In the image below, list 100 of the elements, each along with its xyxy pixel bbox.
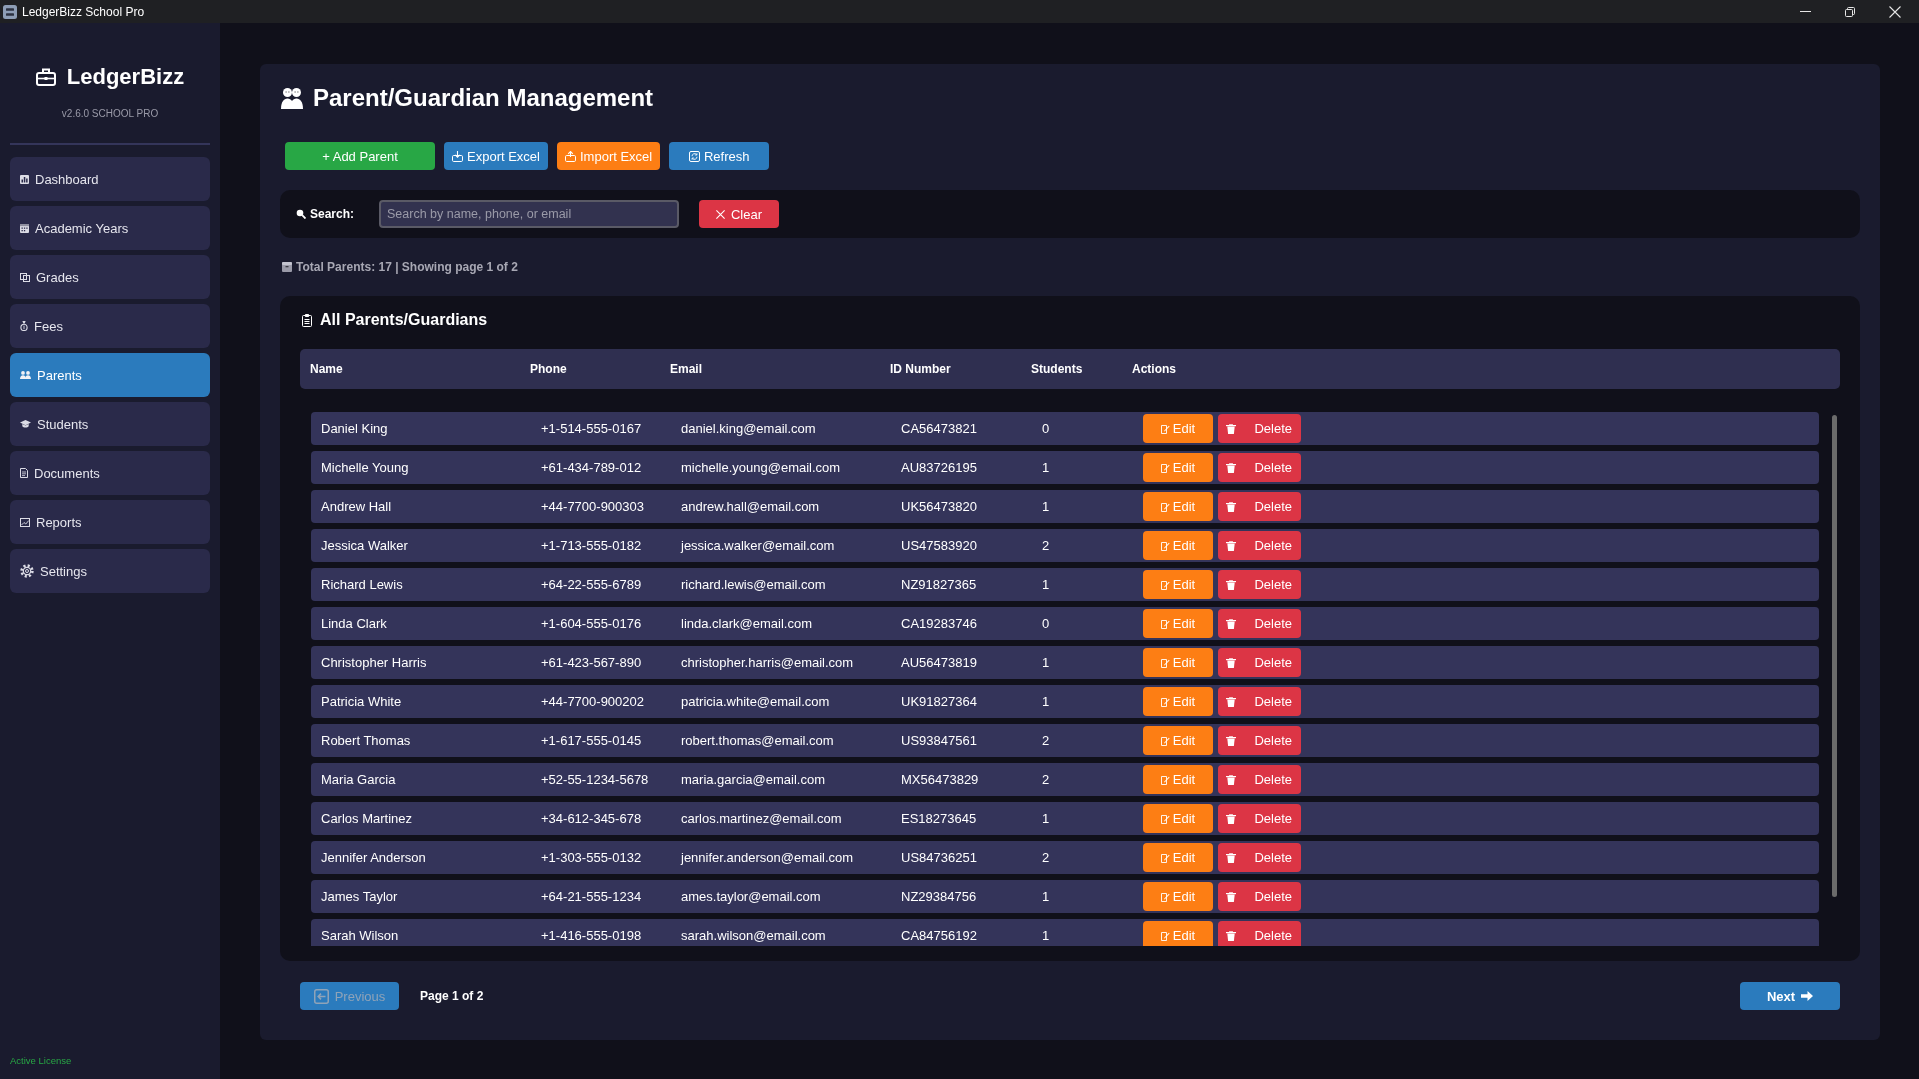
edit-button[interactable]: Edit — [1143, 765, 1213, 794]
summary-text: Total Parents: 17 | Showing page 1 of 2 — [296, 260, 518, 274]
export-button[interactable]: Export Excel — [444, 142, 548, 170]
search-icon — [296, 209, 306, 219]
table-cell: 1 — [1042, 889, 1050, 904]
table-cell: daniel.king@email.com — [681, 421, 816, 436]
window-title: LedgerBizz School Pro — [22, 4, 145, 19]
restore-icon[interactable] — [1845, 6, 1855, 17]
sidebar-item[interactable]: Fees — [10, 304, 210, 348]
trash-icon — [1226, 462, 1236, 473]
sidebar-item[interactable]: Students — [10, 402, 210, 446]
delete-button[interactable]: Delete — [1218, 921, 1301, 946]
edit-button[interactable]: Edit — [1143, 726, 1213, 755]
gear-icon — [20, 564, 34, 578]
edit-button[interactable]: Edit — [1143, 531, 1213, 560]
table-cell: richard.lewis@email.com — [681, 577, 826, 592]
delete-button[interactable]: Delete — [1218, 570, 1301, 599]
delete-button[interactable]: Delete — [1218, 414, 1301, 443]
delete-button[interactable]: Delete — [1218, 726, 1301, 755]
table-cell: michelle.young@email.com — [681, 460, 841, 475]
edit-button[interactable]: Edit — [1143, 414, 1213, 443]
delete-button[interactable]: Delete — [1218, 453, 1301, 482]
sidebar-item[interactable]: Parents — [10, 353, 210, 397]
table-cell: Michelle Young — [321, 460, 409, 475]
briefcase-icon — [35, 68, 56, 86]
edit-button[interactable]: Edit — [1143, 843, 1213, 872]
edit-icon — [1160, 774, 1170, 785]
edit-button[interactable]: Edit — [1143, 453, 1213, 482]
table-cell: linda.clark@email.com — [681, 616, 812, 631]
section-title: All Parents/Guardians — [320, 310, 488, 330]
table-cell: NZ91827365 — [901, 577, 977, 592]
sidebar-item[interactable]: Dashboard — [10, 157, 210, 201]
add-parent-button[interactable]: + Add Parent — [285, 142, 435, 170]
trash-icon — [1226, 657, 1236, 668]
clipboard-icon — [302, 313, 312, 327]
delete-button[interactable]: Delete — [1218, 882, 1301, 911]
box-icon — [282, 262, 292, 272]
edit-button[interactable]: Edit — [1143, 648, 1213, 677]
sidebar-item[interactable]: Settings — [10, 549, 210, 593]
edit-button[interactable]: Edit — [1143, 921, 1213, 946]
edit-icon — [1160, 501, 1170, 512]
delete-button[interactable]: Delete — [1218, 609, 1301, 638]
delete-button[interactable]: Delete — [1218, 804, 1301, 833]
table-cell: US47583920 — [901, 538, 977, 553]
delete-button[interactable]: Delete — [1218, 765, 1301, 794]
edit-icon — [1160, 462, 1170, 473]
table-cell: UK91827364 — [901, 694, 977, 709]
edit-button[interactable]: Edit — [1143, 687, 1213, 716]
table-cell: Daniel King — [321, 421, 388, 436]
delete-button[interactable]: Delete — [1218, 531, 1301, 560]
clear-button[interactable]: Clear — [699, 200, 780, 228]
trash-icon — [1226, 540, 1236, 551]
app-icon — [3, 4, 17, 19]
sidebar-item[interactable]: Reports — [10, 500, 210, 544]
edit-button[interactable]: Edit — [1143, 882, 1213, 911]
column-header: Phone — [530, 362, 567, 376]
sidebar-item[interactable]: Academic Years — [10, 206, 210, 250]
table-cell: Richard Lewis — [321, 577, 403, 592]
refresh-button[interactable]: Refresh — [669, 142, 770, 170]
edit-button[interactable]: Edit — [1143, 492, 1213, 521]
import-button[interactable]: Import Excel — [557, 142, 661, 170]
next-button[interactable]: Next — [1740, 982, 1840, 1010]
table-cell: ES18273645 — [901, 811, 977, 826]
table-cell: 1 — [1042, 499, 1050, 514]
calendar-icon — [20, 223, 29, 233]
close-icon[interactable] — [1889, 5, 1901, 18]
table-cell: +64-21-555-1234 — [541, 889, 642, 904]
edit-icon — [1160, 696, 1170, 707]
edit-icon — [1160, 813, 1170, 824]
edit-button[interactable]: Edit — [1143, 804, 1213, 833]
delete-button[interactable]: Delete — [1218, 843, 1301, 872]
sidebar-item[interactable]: Grades — [10, 255, 210, 299]
table-cell: Linda Clark — [321, 616, 387, 631]
table-cell: UK56473820 — [901, 499, 977, 514]
table-cell: 0 — [1042, 421, 1050, 436]
table-cell: 1 — [1042, 577, 1050, 592]
edit-button[interactable]: Edit — [1143, 609, 1213, 638]
table-cell: Patricia White — [321, 694, 402, 709]
table-cell: Jessica Walker — [321, 538, 408, 553]
search-label: Search: — [310, 207, 355, 221]
table-cell: maria.garcia@email.com — [681, 772, 825, 787]
edit-icon — [1160, 657, 1170, 668]
table-cell: CA56473821 — [901, 421, 977, 436]
table-cell: robert.thomas@email.com — [681, 733, 834, 748]
sidebar-item[interactable]: Documents — [10, 451, 210, 495]
tray-icon — [565, 150, 576, 162]
cards-icon — [20, 272, 30, 282]
search-field[interactable]: Search by name, phone, or email — [379, 200, 680, 228]
table-cell: 1 — [1042, 811, 1050, 826]
delete-button[interactable]: Delete — [1218, 648, 1301, 677]
edit-button[interactable]: Edit — [1143, 570, 1213, 599]
line-chart-icon — [20, 517, 30, 527]
table-cell: sarah.wilson@email.com — [681, 928, 826, 943]
trash-icon — [1226, 930, 1236, 941]
scrollbar-thumb[interactable] — [1832, 415, 1837, 897]
table-cell: 0 — [1042, 616, 1050, 631]
delete-button[interactable]: Delete — [1218, 687, 1301, 716]
delete-button[interactable]: Delete — [1218, 492, 1301, 521]
trash-icon — [1226, 579, 1236, 590]
trash-icon — [1226, 735, 1236, 746]
